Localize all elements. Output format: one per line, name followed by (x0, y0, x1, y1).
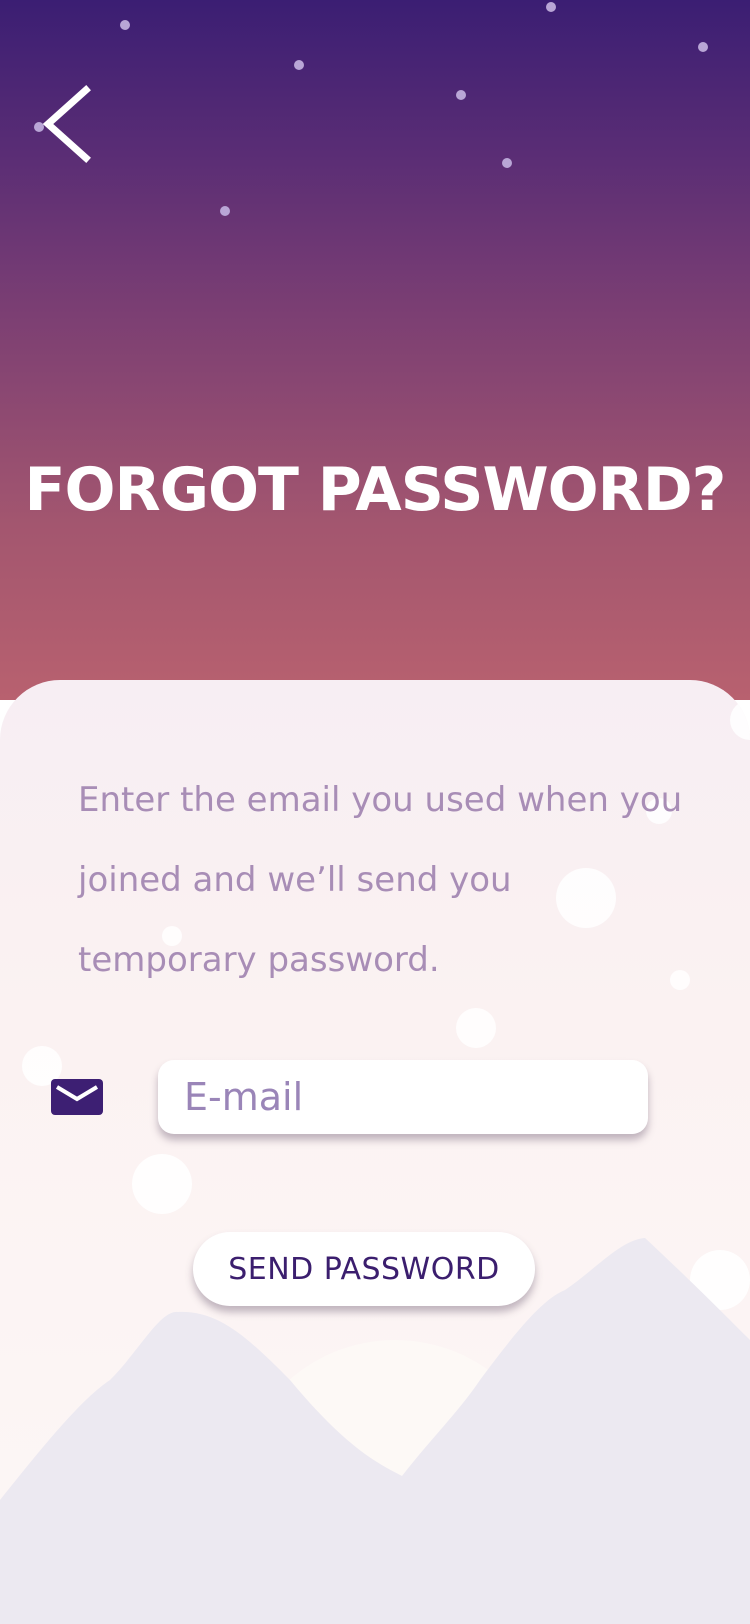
bubble (456, 1008, 496, 1048)
star (220, 206, 230, 216)
instructions-text: Enter the email you used when you joined… (78, 780, 683, 980)
page-title: FORGOT PASSWORD? (24, 455, 727, 525)
star (546, 2, 556, 12)
star (502, 158, 512, 168)
bubble (730, 700, 750, 740)
mail-icon (51, 1079, 103, 1115)
star (120, 20, 130, 30)
send-password-button[interactable]: SEND PASSWORD (193, 1232, 535, 1306)
star (456, 90, 466, 100)
header-background (0, 0, 750, 700)
back-button[interactable] (36, 84, 96, 164)
star (294, 60, 304, 70)
star (698, 42, 708, 52)
forgot-password-screen: FORGOT PASSWORD? Enter the email you use… (0, 0, 750, 1624)
chevron-left-icon (42, 85, 91, 163)
email-field[interactable] (158, 1060, 648, 1134)
